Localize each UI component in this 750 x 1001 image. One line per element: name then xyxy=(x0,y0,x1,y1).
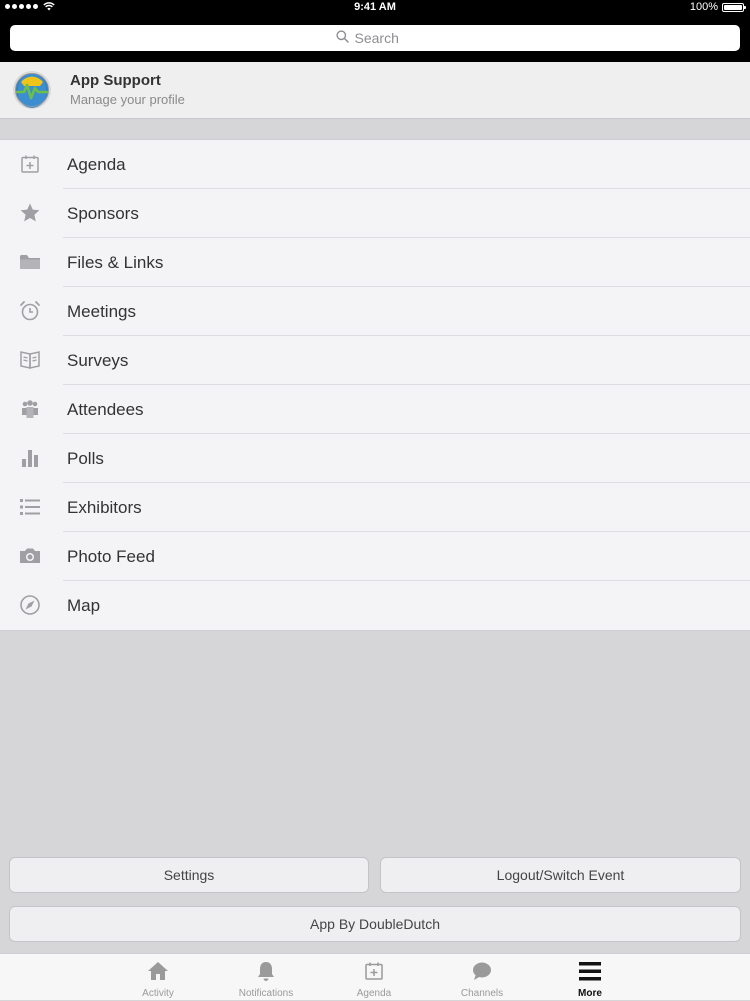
tab-bar: Activity Notifications Agenda Channels M… xyxy=(0,953,750,1000)
people-icon xyxy=(19,398,41,420)
menu-item-surveys[interactable]: Surveys xyxy=(0,336,750,385)
menu-label: Sponsors xyxy=(67,203,139,223)
tab-label: More xyxy=(578,988,602,999)
app-by-doubledutch-button[interactable]: App By DoubleDutch xyxy=(9,906,741,942)
tab-label: Channels xyxy=(460,988,504,999)
menu-label: Meetings xyxy=(67,301,136,321)
alarm-clock-icon xyxy=(19,300,41,322)
tab-label: Notifications xyxy=(238,988,294,999)
menu-item-photo-feed[interactable]: Photo Feed xyxy=(0,532,750,581)
menu-item-polls[interactable]: Polls xyxy=(0,434,750,483)
star-icon xyxy=(19,202,41,224)
camera-icon xyxy=(19,545,41,567)
menu-item-agenda[interactable]: Agenda xyxy=(0,140,750,189)
chat-bubble-icon xyxy=(471,960,493,982)
calendar-add-icon xyxy=(363,960,385,982)
header: 9:41 AM 100% xyxy=(0,0,750,62)
menu-label: Files & Links xyxy=(67,252,164,272)
menu-label: Exhibitors xyxy=(67,497,142,517)
search-bar[interactable] xyxy=(10,25,740,51)
menu-label: Surveys xyxy=(67,350,129,370)
profile-name: App Support xyxy=(70,72,161,89)
tab-channels[interactable]: Channels xyxy=(437,954,527,1001)
tab-more[interactable]: More xyxy=(545,954,635,1001)
tab-agenda[interactable]: Agenda xyxy=(329,954,419,1001)
bell-icon xyxy=(255,960,277,982)
tab-label: Activity xyxy=(142,988,174,999)
status-bar: 9:41 AM 100% xyxy=(0,0,750,18)
menu-item-attendees[interactable]: Attendees xyxy=(0,385,750,434)
compass-icon xyxy=(19,594,41,616)
status-time: 9:41 AM xyxy=(354,1,396,13)
profile-subtitle: Manage your profile xyxy=(70,92,185,107)
menu-label: Polls xyxy=(67,448,104,468)
calendar-add-icon xyxy=(19,153,41,175)
search-icon xyxy=(335,30,349,46)
menu-label: Photo Feed xyxy=(67,546,155,566)
menu-item-meetings[interactable]: Meetings xyxy=(0,287,750,336)
logout-switch-event-button[interactable]: Logout/Switch Event xyxy=(380,857,741,893)
menu-icon xyxy=(579,960,601,982)
battery-icon xyxy=(722,2,746,12)
menu-item-map[interactable]: Map xyxy=(0,581,750,630)
settings-button[interactable]: Settings xyxy=(9,857,369,893)
menu-item-files-links[interactable]: Files & Links xyxy=(0,238,750,287)
menu-label: Attendees xyxy=(67,399,144,419)
search-input[interactable] xyxy=(354,30,415,46)
folder-icon xyxy=(19,251,41,273)
battery-indicator: 100% xyxy=(689,1,746,13)
menu-label: Agenda xyxy=(67,154,126,174)
tab-activity[interactable]: Activity xyxy=(113,954,203,1001)
tab-notifications[interactable]: Notifications xyxy=(221,954,311,1001)
tab-label: Agenda xyxy=(356,988,392,999)
bar-chart-icon xyxy=(19,447,41,469)
avatar xyxy=(12,70,52,110)
menu-label: Map xyxy=(67,595,101,615)
open-book-icon xyxy=(19,349,41,371)
menu-list: Agenda Sponsors Files & Links Meetings S… xyxy=(0,139,750,631)
menu-item-exhibitors[interactable]: Exhibitors xyxy=(0,483,750,532)
battery-percent: 100% xyxy=(689,1,718,13)
list-icon xyxy=(19,496,41,518)
menu-item-sponsors[interactable]: Sponsors xyxy=(0,189,750,238)
profile-row[interactable]: App Support Manage your profile xyxy=(0,62,750,119)
home-icon xyxy=(147,960,169,982)
